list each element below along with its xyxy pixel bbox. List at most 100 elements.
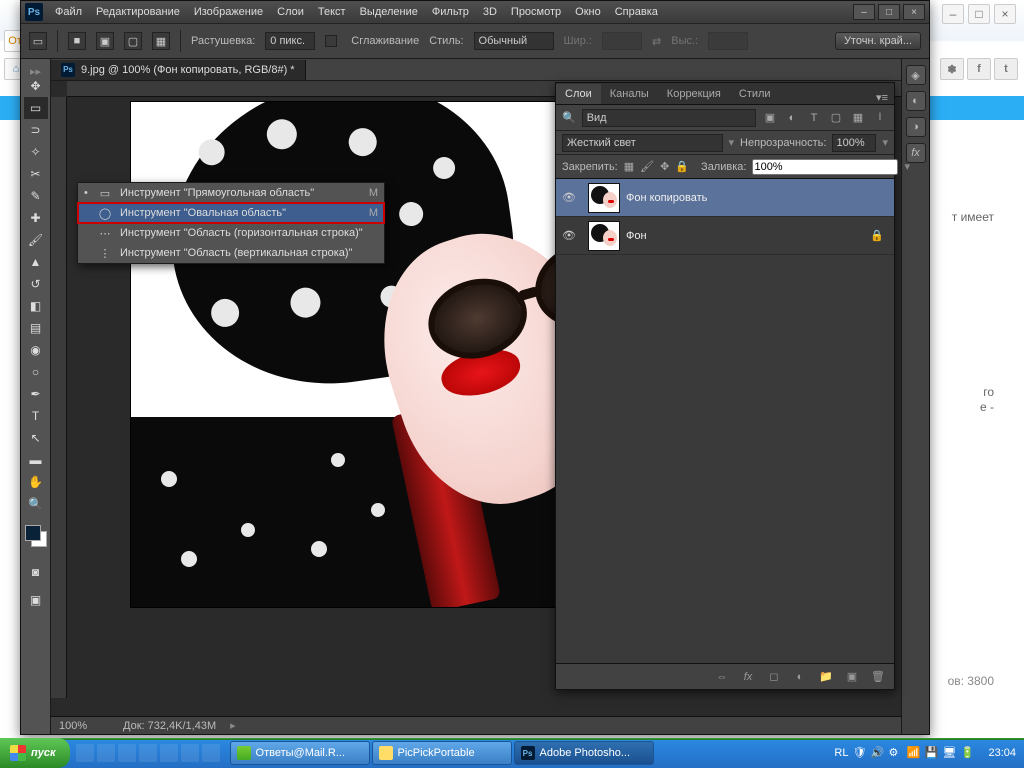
intersect-selection-icon[interactable]: ▦ [152,32,170,50]
dodge-tool[interactable]: ○ [24,361,48,383]
path-selection-tool[interactable]: ↖ [24,427,48,449]
lang-indicator[interactable]: RL [834,747,848,759]
tray-icon[interactable]: 🔊 [870,746,884,760]
ql-icon[interactable] [202,744,220,762]
screenmode-toggle[interactable]: ▣ [24,589,48,611]
visibility-toggle[interactable]: 👁 [556,229,582,242]
taskbar-item[interactable]: PsAdobe Photosho... [514,741,654,765]
taskbar-item[interactable]: Ответы@Mail.R... [230,741,370,765]
tab-styles[interactable]: Стили [730,84,780,104]
document-tab[interactable]: Ps 9.jpg @ 100% (Фон копировать, RGB/8#)… [51,60,306,80]
flyout-ellipse-marquee[interactable]: ◯ Инструмент "Овальная область" M [78,203,384,223]
type-tool[interactable]: T [24,405,48,427]
lock-pixels-icon[interactable]: 🖌 [640,159,654,175]
adjustments-icon[interactable]: ◑ [906,117,926,137]
lock-all-icon[interactable]: 🔒 [675,159,689,175]
menu-layers[interactable]: Слои [271,4,310,20]
flyout-col-marquee[interactable]: ⋮ Инструмент "Область (вертикальная стро… [78,243,384,263]
layer-mask-icon[interactable]: ◻ [766,670,782,683]
healing-brush-tool[interactable]: ✚ [24,207,48,229]
layer-group-icon[interactable]: 📁 [818,670,834,683]
menu-type[interactable]: Текст [312,4,352,20]
color-swatches[interactable] [25,525,47,547]
blend-mode-select[interactable]: Жесткий свет [562,134,723,152]
delete-layer-icon[interactable]: 🗑 [870,670,886,683]
visibility-toggle[interactable]: 👁 [556,191,582,204]
start-button[interactable]: пуск [0,738,70,768]
flyout-row-marquee[interactable]: ⋯ Инструмент "Область (горизонтальная ст… [78,223,384,243]
subtract-selection-icon[interactable]: ▢ [124,32,142,50]
layers-icon[interactable]: ◈ [906,65,926,85]
link-layers-icon[interactable]: ⇔ [714,671,730,683]
layer-row[interactable]: 👁 Фон копировать [556,179,894,217]
filter-pixel-icon[interactable]: ▣ [762,110,778,126]
brush-tool[interactable]: 🖌 [24,229,48,251]
filter-smart-icon[interactable]: ▦ [850,110,866,126]
magic-wand-tool[interactable]: ✧ [24,141,48,163]
window-minimize-button[interactable]: – [853,4,875,20]
status-zoom[interactable]: 100% [59,720,109,732]
blur-tool[interactable]: ◉ [24,339,48,361]
menu-3d[interactable]: 3D [477,4,503,20]
tray-icon[interactable]: 🛡 [852,746,866,760]
zoom-tool[interactable]: 🔍 [24,493,48,515]
eyedropper-tool[interactable]: ✎ [24,185,48,207]
ql-icon[interactable] [76,744,94,762]
system-tray[interactable]: RL 🛡 🔊 ⚙ 📶 💾 🖥 🔋 [828,746,980,760]
tray-icon[interactable]: 🔋 [960,746,974,760]
layer-name[interactable]: Фон [626,230,647,242]
antialias-checkbox[interactable] [325,35,337,47]
tray-icon[interactable]: 💾 [924,746,938,760]
feather-input[interactable] [265,32,315,50]
channels-icon[interactable]: ◐ [906,91,926,111]
new-selection-icon[interactable]: ■ [68,32,86,50]
tab-adjustments[interactable]: Коррекция [658,84,730,104]
canvas[interactable] [131,102,581,607]
lock-transparency-icon[interactable]: ▦ [624,159,634,175]
taskbar-item[interactable]: PicPickPortable [372,741,512,765]
filter-shape-icon[interactable]: ▢ [828,110,844,126]
layer-row[interactable]: 👁 Фон 🔒 [556,217,894,255]
history-brush-tool[interactable]: ↺ [24,273,48,295]
menu-image[interactable]: Изображение [188,4,269,20]
new-layer-icon[interactable]: ▣ [844,670,860,683]
window-maximize-button[interactable]: □ [878,4,900,20]
filter-type-icon[interactable]: T [806,110,822,126]
tab-layers[interactable]: Слои [556,84,601,104]
hand-tool[interactable]: ✋ [24,471,48,493]
ql-icon[interactable] [160,744,178,762]
layer-style-icon[interactable]: fx [740,671,756,683]
layer-filter-select[interactable]: Вид [582,109,756,127]
quickmask-toggle[interactable]: ◙ [24,561,48,583]
filter-adjust-icon[interactable]: ◐ [784,110,800,126]
tray-icon[interactable]: ⚙ [888,746,902,760]
menu-help[interactable]: Справка [609,4,664,20]
window-close-button[interactable]: × [903,4,925,20]
style-select[interactable]: Обычный [474,32,554,50]
stamp-tool[interactable]: ▲ [24,251,48,273]
opacity-input[interactable] [832,134,876,152]
rectangle-tool[interactable]: ▬ [24,449,48,471]
add-selection-icon[interactable]: ▣ [96,32,114,50]
ql-icon[interactable] [139,744,157,762]
menu-edit[interactable]: Редактирование [90,4,186,20]
menu-select[interactable]: Выделение [354,4,424,20]
move-tool[interactable]: ✥ [24,75,48,97]
adjustment-layer-icon[interactable]: ◐ [792,671,808,683]
tray-icon[interactable]: 📶 [906,746,920,760]
menu-window[interactable]: Окно [569,4,607,20]
layer-name[interactable]: Фон копировать [626,192,707,204]
tray-icon[interactable]: 🖥 [942,746,956,760]
ql-icon[interactable] [118,744,136,762]
gradient-tool[interactable]: ▤ [24,317,48,339]
pen-tool[interactable]: ✒ [24,383,48,405]
tab-channels[interactable]: Каналы [601,84,658,104]
tool-preset-icon[interactable]: ▭ [29,32,47,50]
fill-input[interactable] [752,159,898,175]
refine-edge-button[interactable]: Уточн. край... [835,32,921,50]
menu-filter[interactable]: Фильтр [426,4,475,20]
marquee-tool[interactable]: ▭ [24,97,48,119]
crop-tool[interactable]: ✂ [24,163,48,185]
menu-view[interactable]: Просмотр [505,4,567,20]
taskbar-clock[interactable]: 23:04 [980,747,1024,759]
